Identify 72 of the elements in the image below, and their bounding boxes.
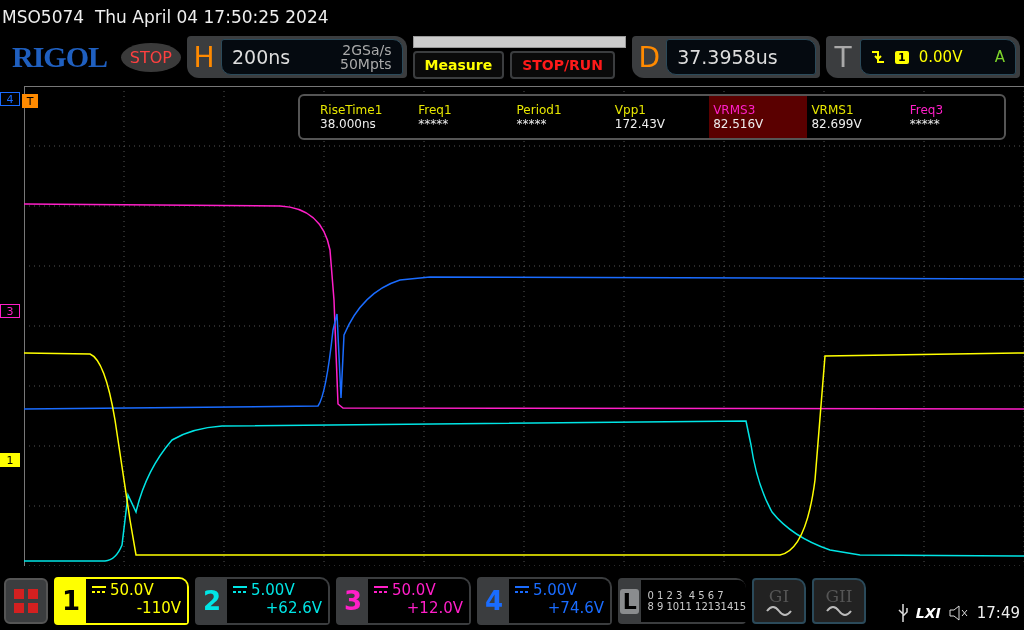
channel-offset: +74.6V — [547, 599, 604, 617]
trigger-level: 0.00V — [918, 48, 963, 66]
delay-panel[interactable]: D 37.3958us — [632, 36, 821, 78]
delay-value: 37.3958us — [677, 46, 778, 68]
channel-marker[interactable]: 3 — [0, 304, 20, 318]
channel-number: 1 — [56, 579, 86, 623]
channel-card[interactable]: 1 50.0V -110V — [54, 577, 189, 625]
channel-offset: +12.0V — [406, 599, 463, 617]
measurement-value: 172.43V — [614, 117, 667, 131]
measurement-item[interactable]: Freq1 ***** — [414, 96, 513, 138]
channel-card[interactable]: 3 50.0V +12.0V — [336, 577, 471, 625]
channel-scale: 50.0V — [110, 581, 154, 599]
channel-scale: 5.00V — [533, 581, 577, 599]
measurement-label: VRMS3 — [713, 103, 757, 117]
measurement-value: ***** — [516, 117, 548, 131]
measurement-label: RiseTime1 — [320, 103, 384, 117]
channel-marker[interactable]: 4 — [0, 92, 20, 106]
grid-icon — [14, 589, 38, 613]
clock: 17:49 — [976, 604, 1020, 622]
measurement-label: Vpp1 — [614, 103, 647, 117]
logo: RIGOL — [12, 40, 109, 74]
measurement-value: 38.000ns — [320, 117, 377, 131]
menu-button[interactable] — [4, 578, 48, 624]
channel-marker[interactable]: 1 — [0, 453, 20, 467]
trigger-marker[interactable]: T — [22, 94, 38, 108]
measurement-item[interactable]: VRMS1 82.699V — [807, 96, 906, 138]
lxi-logo: LXI — [915, 605, 941, 621]
logic-card[interactable]: L 0 1 2 3 4 5 6 7 8 9 1011 12131415 — [618, 578, 746, 624]
measurement-value: 82.699V — [811, 117, 863, 131]
muted-speaker-icon — [948, 605, 969, 621]
trigger-source: 1 — [895, 50, 909, 64]
usb-icon — [897, 604, 908, 622]
measurement-label: VRMS1 — [811, 103, 855, 117]
measurement-item[interactable]: Freq3 ***** — [905, 96, 1004, 138]
channel-card[interactable]: 2 5.00V +62.6V — [195, 577, 330, 625]
trigger-mode: A — [994, 48, 1005, 66]
measurement-item[interactable]: RiseTime1 38.000ns — [316, 96, 415, 138]
logic-bits: 0 1 2 3 4 5 6 7 — [647, 590, 725, 601]
sample-rate: 2GSa/s — [341, 43, 392, 57]
sine-wave-icon — [766, 606, 792, 616]
channel-offset: -110V — [136, 599, 181, 617]
measurement-item[interactable]: VRMS3 82.516V — [709, 96, 808, 138]
measurement-value: ***** — [909, 117, 941, 131]
dc-coupling-icon — [374, 586, 388, 594]
sine-wave-icon — [826, 606, 852, 616]
logic-bits: 8 9 1011 12131415 — [647, 601, 746, 612]
falling-edge-icon — [871, 50, 886, 64]
channel-scale: 50.0V — [392, 581, 436, 599]
measurement-item[interactable]: Vpp1 172.43V — [610, 96, 710, 138]
dc-coupling-icon — [233, 586, 247, 594]
measurement-value: ***** — [418, 117, 450, 131]
measurement-item[interactable]: Period1 ***** — [512, 96, 611, 138]
horizontal-label: H — [192, 40, 216, 74]
measurement-label: Freq3 — [909, 103, 945, 117]
logic-label: L — [620, 588, 640, 614]
dc-coupling-icon — [515, 586, 529, 594]
channel-card[interactable]: 4 5.00V +74.6V — [477, 577, 612, 625]
stop-run-button[interactable]: STOP/RUN — [510, 50, 615, 79]
window-title: MSO5074 Thu April 04 17:50:25 2024 — [2, 7, 329, 27]
dc-coupling-icon — [92, 586, 106, 594]
trigger-panel[interactable]: T 1 0.00V A — [826, 36, 1020, 78]
measurement-label: Period1 — [516, 103, 563, 117]
timebase-value: 200ns — [232, 46, 291, 68]
measure-button[interactable]: Measure — [412, 50, 505, 79]
measurement-value: 82.516V — [713, 117, 765, 131]
delay-label: D — [637, 40, 661, 74]
channel-offset: +62.6V — [265, 599, 322, 617]
trigger-label: T — [833, 40, 853, 74]
horizontal-panel[interactable]: H 200ns 2GSa/s 50Mpts — [187, 36, 407, 78]
measurement-label: Freq1 — [418, 103, 453, 117]
memory-depth: 50Mpts — [340, 57, 392, 71]
channel-scale: 5.00V — [251, 581, 295, 599]
